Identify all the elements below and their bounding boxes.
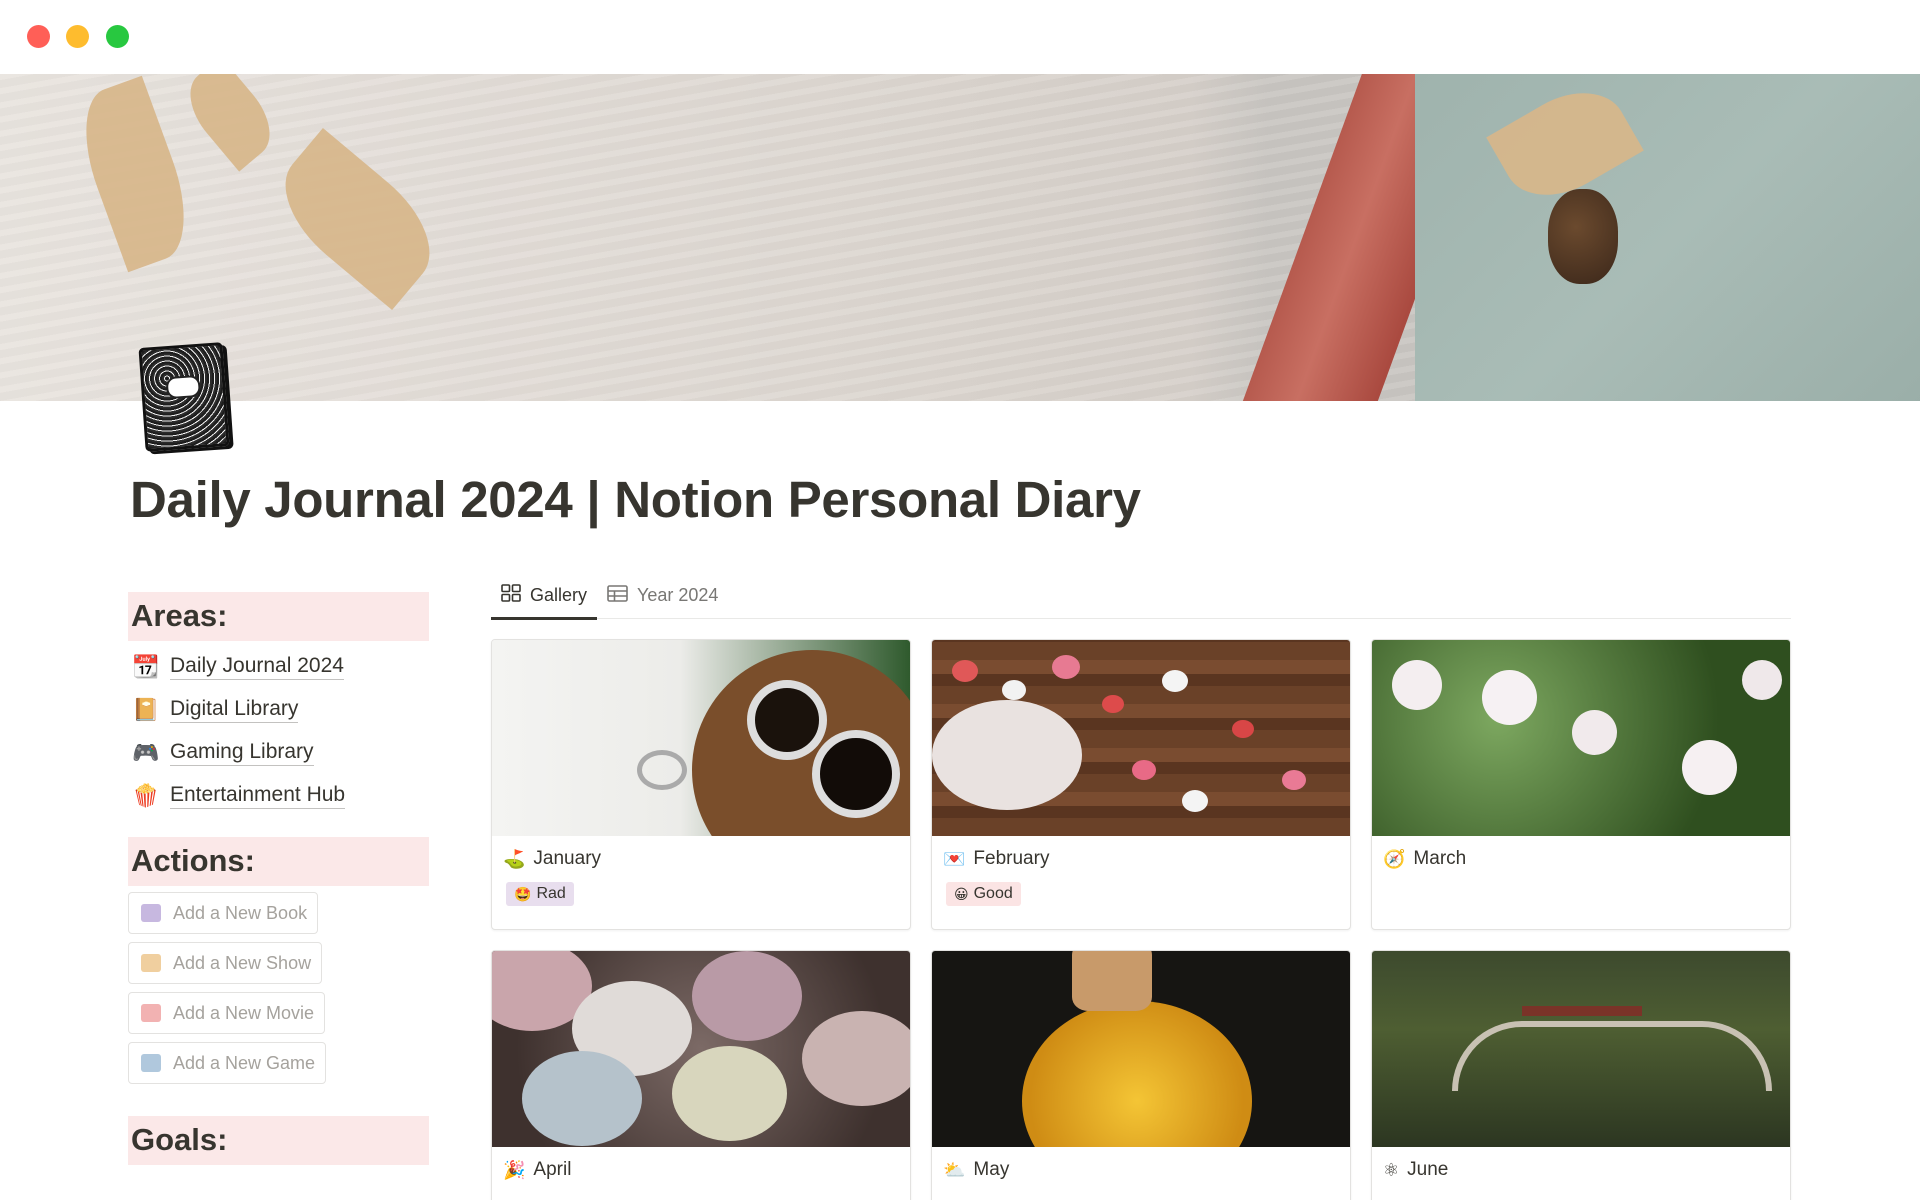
mood-badge: 😀 Good bbox=[946, 882, 1021, 906]
add-new-show-label: Add a New Show bbox=[173, 952, 312, 973]
flag-icon: ⛳ bbox=[503, 848, 526, 869]
goals-heading: Goals: bbox=[128, 1116, 429, 1165]
book-icon bbox=[141, 904, 161, 922]
gallery-card-may[interactable]: ⛅ May bbox=[931, 950, 1351, 1200]
maximize-window-button[interactable] bbox=[106, 25, 129, 48]
area-link-daily-journal[interactable]: 📆 Daily Journal 2024 bbox=[128, 645, 429, 688]
areas-list: 📆 Daily Journal 2024 📔 Digital Library 🎮… bbox=[128, 645, 429, 817]
area-link-digital-library[interactable]: 📔 Digital Library bbox=[128, 688, 429, 731]
add-new-game-label: Add a New Game bbox=[173, 1052, 316, 1073]
tab-gallery[interactable]: Gallery bbox=[491, 572, 598, 620]
card-title: March bbox=[1413, 848, 1467, 869]
area-link-label[interactable]: Digital Library bbox=[170, 697, 299, 723]
sidebar-column: Areas: 📆 Daily Journal 2024 📔 Digital Li… bbox=[128, 592, 429, 1165]
add-new-game-button[interactable]: Add a New Game bbox=[128, 1042, 327, 1084]
compass-icon: 🧭 bbox=[1383, 848, 1406, 869]
composition-notebook-icon[interactable] bbox=[138, 342, 230, 452]
tab-year-2024[interactable]: Year 2024 bbox=[597, 572, 728, 619]
page-cover-image bbox=[0, 74, 1920, 401]
card-title: June bbox=[1407, 1159, 1449, 1180]
page-title: Daily Journal 2024 | Notion Personal Dia… bbox=[130, 471, 1141, 528]
actions-heading: Actions: bbox=[128, 837, 429, 886]
card-cover-image bbox=[1372, 640, 1790, 836]
love-letter-icon: 💌 bbox=[943, 848, 966, 869]
star-eyes-icon: 🤩 bbox=[514, 885, 532, 902]
smile-icon: 😀 bbox=[954, 885, 969, 902]
clapper-icon bbox=[141, 1004, 161, 1022]
card-title: January bbox=[533, 848, 602, 869]
gallery-icon bbox=[501, 584, 521, 607]
card-title: February bbox=[973, 848, 1050, 869]
add-new-book-label: Add a New Book bbox=[173, 902, 308, 923]
tab-gallery-label: Gallery bbox=[530, 585, 588, 605]
card-title: April bbox=[533, 1159, 572, 1180]
gallery-card-january[interactable]: ⛳ January 🤩 Rad bbox=[491, 639, 911, 930]
mood-badge: 🤩 Rad bbox=[506, 882, 574, 906]
areas-heading: Areas: bbox=[128, 592, 429, 641]
area-link-label[interactable]: Gaming Library bbox=[170, 740, 314, 766]
gallery-card-march[interactable]: 🧭 March bbox=[1371, 639, 1791, 930]
card-cover-image bbox=[932, 640, 1350, 836]
sun-cloud-icon: ⛅ bbox=[943, 1159, 966, 1180]
add-new-movie-button[interactable]: Add a New Movie bbox=[128, 992, 326, 1034]
mood-label: Rad bbox=[536, 885, 566, 902]
card-cover-image bbox=[492, 640, 910, 836]
add-new-book-button[interactable]: Add a New Book bbox=[128, 892, 319, 934]
database-view: Gallery Year 2024 ⛳ January 🤩 Rad 💌 Febr… bbox=[491, 572, 1791, 1200]
notebook-icon: 📔 bbox=[132, 696, 160, 722]
party-popper-icon: 🎉 bbox=[503, 1159, 526, 1180]
add-new-movie-label: Add a New Movie bbox=[173, 1002, 315, 1023]
minimize-window-button[interactable] bbox=[66, 25, 89, 48]
calendar-icon: 📆 bbox=[132, 653, 160, 679]
gallery-card-february[interactable]: 💌 February 😀 Good bbox=[931, 639, 1351, 930]
popcorn-icon: 🍿 bbox=[132, 782, 160, 808]
mood-label: Good bbox=[973, 885, 1013, 902]
add-new-show-button[interactable]: Add a New Show bbox=[128, 942, 323, 984]
tv-icon bbox=[141, 954, 161, 972]
area-link-label[interactable]: Entertainment Hub bbox=[170, 783, 346, 809]
view-tabs: Gallery Year 2024 bbox=[491, 572, 1791, 620]
actions-list: Add a New Book Add a New Show Add a New … bbox=[128, 892, 429, 1092]
card-cover-image bbox=[492, 951, 910, 1147]
gallery-card-april[interactable]: 🎉 April bbox=[491, 950, 911, 1200]
gamepad-icon bbox=[141, 1054, 161, 1072]
close-window-button[interactable] bbox=[27, 25, 50, 48]
gallery-card-june[interactable]: ⚛ June bbox=[1371, 950, 1791, 1200]
window-titlebar bbox=[0, 0, 1920, 74]
card-title: May bbox=[973, 1159, 1010, 1180]
table-icon bbox=[607, 584, 628, 607]
tab-year-label: Year 2024 bbox=[637, 585, 719, 605]
atom-icon: ⚛ bbox=[1383, 1159, 1400, 1180]
area-link-label[interactable]: Daily Journal 2024 bbox=[170, 654, 344, 680]
card-cover-image bbox=[932, 951, 1350, 1147]
gamepad-icon: 🎮 bbox=[132, 739, 160, 765]
card-cover-image bbox=[1372, 951, 1790, 1147]
area-link-gaming-library[interactable]: 🎮 Gaming Library bbox=[128, 731, 429, 774]
area-link-entertainment-hub[interactable]: 🍿 Entertainment Hub bbox=[128, 774, 429, 817]
